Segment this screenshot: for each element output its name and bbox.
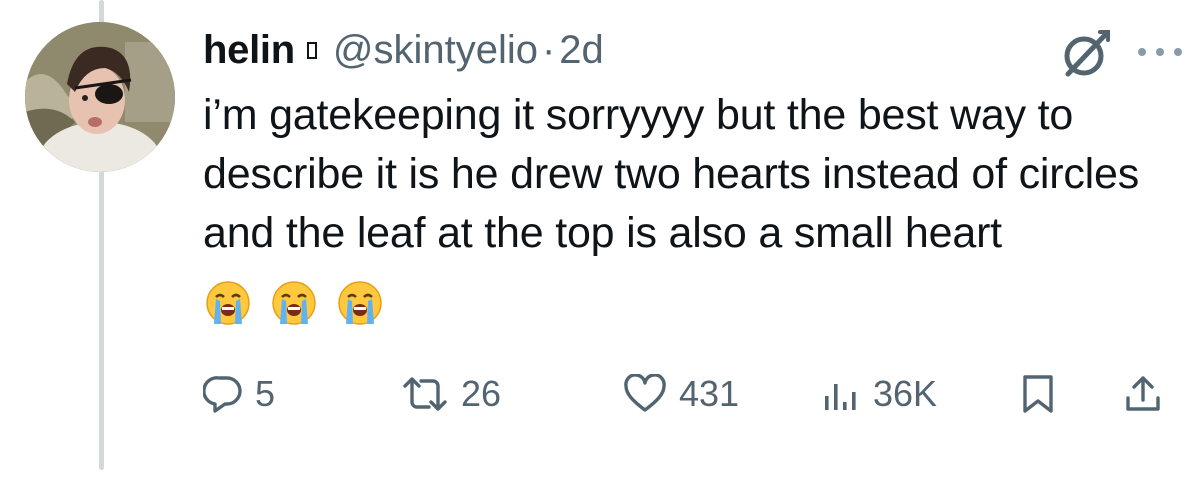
- avatar[interactable]: [25, 22, 175, 172]
- emoji-group: [205, 271, 403, 330]
- more-icon[interactable]: [1138, 48, 1182, 60]
- bookmark-icon: [1023, 375, 1053, 413]
- views-button[interactable]: 36K: [821, 366, 937, 422]
- action-bar: 5 26 431 36K: [203, 366, 1173, 422]
- like-count: 431: [679, 373, 740, 414]
- tweet-header: helin @skintyelio · 2d: [203, 22, 604, 78]
- separator-dot: ·: [541, 27, 556, 72]
- display-name[interactable]: helin: [203, 28, 295, 73]
- timestamp[interactable]: 2d: [559, 28, 604, 73]
- retweet-icon: [403, 377, 447, 411]
- reply-count: 5: [255, 373, 276, 414]
- heart-icon: [624, 374, 666, 412]
- tweet-top-actions: [1060, 28, 1182, 80]
- loudly-crying-face-emoji: [206, 280, 250, 325]
- tweet-text: i’m gatekeeping it sorryyyy but the best…: [203, 91, 1140, 257]
- views-icon: [825, 384, 856, 410]
- grok-icon[interactable]: [1060, 28, 1112, 80]
- loudly-crying-face-emoji: [272, 280, 316, 325]
- bookmark-button[interactable]: [1021, 366, 1055, 422]
- like-button[interactable]: 431: [623, 366, 739, 422]
- retweet-count: 26: [461, 373, 502, 414]
- name-badge-icon: [306, 41, 317, 59]
- retweet-button[interactable]: 26: [401, 366, 501, 422]
- share-button[interactable]: [1123, 366, 1163, 422]
- user-handle[interactable]: @skintyelio: [333, 28, 538, 73]
- views-count: 36K: [873, 373, 938, 414]
- share-icon: [1126, 376, 1160, 411]
- loudly-crying-face-emoji: [338, 280, 382, 325]
- reply-button[interactable]: 5: [203, 366, 275, 422]
- reply-icon: [203, 376, 242, 413]
- avatar-image: [25, 22, 175, 172]
- tweet-body: i’m gatekeeping it sorryyyy but the best…: [203, 86, 1163, 330]
